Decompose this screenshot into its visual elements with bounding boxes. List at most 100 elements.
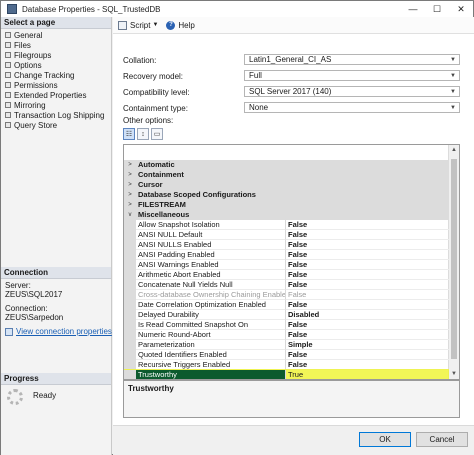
- sidebar-item-general[interactable]: General: [1, 30, 111, 40]
- property-value[interactable]: Simple: [286, 340, 449, 350]
- view-connection-properties-link[interactable]: View connection properties: [5, 327, 112, 336]
- property-row[interactable]: Arithmetic Abort Enabled False: [124, 270, 449, 280]
- property-value[interactable]: False: [286, 250, 449, 260]
- property-value[interactable]: False: [286, 240, 449, 250]
- property-row[interactable]: Quoted Identifiers Enabled False: [124, 350, 449, 360]
- connection-label: Connection:: [5, 304, 48, 313]
- property-name: Allow Snapshot Isolation: [136, 220, 286, 230]
- view-connection-properties-label: View connection properties: [16, 327, 112, 336]
- property-value[interactable]: False: [286, 320, 449, 330]
- grid-scrollbar[interactable]: ▲ ▼: [448, 145, 459, 379]
- category-row[interactable]: > Database Scoped Configurations: [124, 190, 449, 200]
- recovery-model-value: Full: [249, 71, 262, 80]
- sidebar-item-query-store[interactable]: Query Store: [1, 120, 111, 130]
- help-button[interactable]: ? Help: [166, 20, 195, 30]
- category-name: Miscellaneous: [138, 210, 190, 219]
- expand-icon[interactable]: >: [124, 200, 136, 210]
- expand-icon[interactable]: >: [124, 170, 136, 180]
- scrollbar-thumb[interactable]: [451, 159, 457, 359]
- sidebar-item-change-tracking[interactable]: Change Tracking: [1, 70, 111, 80]
- property-row[interactable]: Delayed Durability Disabled: [124, 310, 449, 320]
- category-row[interactable]: > FILESTREAM: [124, 200, 449, 210]
- sidebar-item-mirroring[interactable]: Mirroring: [1, 100, 111, 110]
- row-gutter: [124, 230, 136, 240]
- server-value: ZEUS\SQL2017: [5, 290, 63, 299]
- property-row[interactable]: Is Read Committed Snapshot On False: [124, 320, 449, 330]
- property-value[interactable]: False: [286, 280, 449, 290]
- maximize-button[interactable]: ☐: [425, 1, 449, 17]
- sidebar-item-transaction-log-shipping[interactable]: Transaction Log Shipping: [1, 110, 111, 120]
- expand-icon[interactable]: >: [124, 160, 136, 170]
- minimize-button[interactable]: —: [401, 1, 425, 17]
- collapse-icon[interactable]: v: [124, 210, 136, 220]
- alphabetical-sort-button[interactable]: ↕: [137, 128, 149, 140]
- grid-toolbar: ☷ ↕ ▭: [123, 128, 165, 140]
- category-row[interactable]: > Cursor: [124, 180, 449, 190]
- property-row[interactable]: ANSI NULLS Enabled False: [124, 240, 449, 250]
- property-value[interactable]: True: [286, 370, 449, 379]
- sidebar-item-label: Filegroups: [14, 50, 52, 60]
- property-value[interactable]: False: [286, 290, 449, 300]
- sidebar-item-filegroups[interactable]: Filegroups: [1, 50, 111, 60]
- sidebar: Select a page General Files Filegroups Opti…: [1, 17, 112, 455]
- property-name: Is Read Committed Snapshot On: [136, 320, 286, 330]
- expand-icon[interactable]: >: [124, 180, 136, 190]
- property-value[interactable]: False: [286, 230, 449, 240]
- compatibility-level-dropdown[interactable]: SQL Server 2017 (140) ▼: [244, 86, 460, 97]
- collation-dropdown[interactable]: Latin1_General_CI_AS ▼: [244, 54, 460, 65]
- containment-type-value: None: [249, 103, 269, 112]
- category-row[interactable]: > Containment: [124, 170, 449, 180]
- row-gutter: [124, 370, 136, 379]
- recovery-model-dropdown[interactable]: Full ▼: [244, 70, 460, 81]
- sidebar-item-label: Query Store: [14, 120, 58, 130]
- property-row[interactable]: ANSI Warnings Enabled False: [124, 260, 449, 270]
- categorized-sort-button[interactable]: ☷: [123, 128, 135, 140]
- property-row[interactable]: Date Correlation Optimization Enabled Fal…: [124, 300, 449, 310]
- property-value[interactable]: False: [286, 260, 449, 270]
- connection-info: Server: ZEUS\SQL2017 Connection: ZEUS\Sa…: [5, 281, 63, 322]
- property-value[interactable]: False: [286, 270, 449, 280]
- page-icon: [5, 112, 11, 118]
- property-row[interactable]: Cross-database Ownership Chaining Enable…: [124, 290, 449, 300]
- scroll-up-icon[interactable]: ▲: [449, 145, 459, 155]
- property-row[interactable]: Allow Snapshot Isolation False: [124, 220, 449, 230]
- category-name: Automatic: [138, 160, 175, 169]
- close-button[interactable]: ✕: [449, 1, 473, 17]
- property-row[interactable]: ANSI NULL Default False: [124, 230, 449, 240]
- category-name: Cursor: [138, 180, 163, 189]
- scroll-down-icon[interactable]: ▼: [449, 369, 459, 379]
- property-value[interactable]: False: [286, 220, 449, 230]
- category-row[interactable]: > Automatic: [124, 160, 449, 170]
- cancel-button[interactable]: Cancel: [416, 432, 468, 447]
- page-icon: [5, 92, 11, 98]
- row-gutter: [124, 280, 136, 290]
- sidebar-item-files[interactable]: Files: [1, 40, 111, 50]
- chevron-down-icon: ▼: [152, 22, 159, 28]
- property-value[interactable]: False: [286, 300, 449, 310]
- property-pages-button[interactable]: ▭: [151, 128, 163, 140]
- property-value[interactable]: Disabled: [286, 310, 449, 320]
- expand-icon[interactable]: >: [124, 190, 136, 200]
- script-button[interactable]: Script ▼: [118, 20, 159, 30]
- property-row[interactable]: Trustworthy True: [124, 370, 449, 379]
- sidebar-item-label: Permissions: [14, 80, 58, 90]
- ok-button[interactable]: OK: [359, 432, 411, 447]
- property-name: Delayed Durability: [136, 310, 286, 320]
- property-value[interactable]: False: [286, 330, 449, 340]
- property-row[interactable]: ANSI Padding Enabled False: [124, 250, 449, 260]
- sidebar-item-extended-properties[interactable]: Extended Properties: [1, 90, 111, 100]
- property-value[interactable]: False: [286, 350, 449, 360]
- row-gutter: [124, 290, 136, 300]
- page-icon: [5, 62, 11, 68]
- page-icon: [5, 52, 11, 58]
- category-row[interactable]: v Miscellaneous: [124, 210, 449, 220]
- property-row[interactable]: Concatenate Null Yields Null False: [124, 280, 449, 290]
- property-row[interactable]: Numeric Round-Abort False: [124, 330, 449, 340]
- containment-type-dropdown[interactable]: None ▼: [244, 102, 460, 113]
- property-description: Trustworthy: [123, 380, 460, 418]
- property-row[interactable]: Parameterization Simple: [124, 340, 449, 350]
- sidebar-item-permissions[interactable]: Permissions: [1, 80, 111, 90]
- database-icon: [7, 4, 17, 14]
- row-gutter: [124, 260, 136, 270]
- sidebar-item-options[interactable]: Options: [1, 60, 111, 70]
